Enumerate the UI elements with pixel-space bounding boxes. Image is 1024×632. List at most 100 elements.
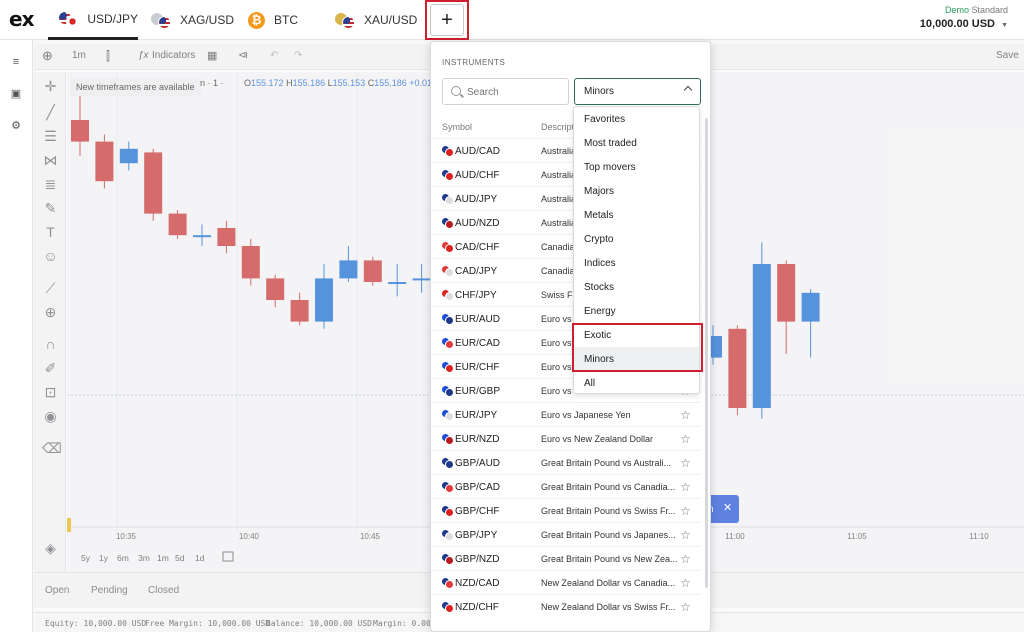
pencil-lock-icon[interactable]: ✐ (42, 360, 59, 377)
range-button-1d[interactable]: 1d (195, 553, 205, 563)
ruler-icon[interactable]: ⟋ (42, 280, 59, 297)
instrument-symbol: EUR/NZD (455, 434, 500, 445)
range-button-1m[interactable]: 1m (157, 553, 169, 563)
category-item-metals[interactable]: Metals (574, 203, 699, 227)
replay-icon[interactable]: ⧏ (238, 50, 248, 61)
range-button-3m[interactable]: 3m (138, 553, 150, 563)
candle-body (119, 148, 138, 164)
instrument-description: Great Britain Pound vs Australi... (541, 458, 672, 468)
currency-pair-flag-icon (441, 577, 454, 589)
instrument-row[interactable]: GBP/NZD Great Britain Pound vs New Zea...… (431, 546, 701, 570)
instrument-row[interactable]: GBP/CAD Great Britain Pound vs Canadia...… (431, 474, 701, 498)
search-input[interactable] (465, 83, 565, 101)
emoji-icon[interactable]: ☺ (42, 248, 59, 265)
search-box[interactable] (442, 78, 569, 105)
magnet-icon[interactable]: ∩ (42, 336, 59, 353)
exness-logo[interactable]: ex (9, 7, 34, 31)
tab-usdjpy[interactable]: USD/JPY (48, 0, 138, 40)
star-icon[interactable]: ☆ (680, 576, 691, 590)
calendar-icon[interactable]: ▣ (10, 88, 22, 100)
star-icon[interactable]: ☆ (680, 552, 691, 566)
indicators-button[interactable]: Indicators (152, 50, 195, 61)
star-icon[interactable]: ☆ (680, 408, 691, 422)
account-type: Standard (971, 5, 1008, 15)
tab-open[interactable]: Open (45, 585, 69, 596)
range-button-1y[interactable]: 1y (99, 553, 109, 563)
save-button[interactable]: Save (996, 50, 1019, 61)
instrument-row[interactable]: GBP/CHF Great Britain Pound vs Swiss Fr..… (431, 498, 701, 522)
tab-pending[interactable]: Pending (91, 585, 128, 596)
crosshair-icon[interactable]: ✛ (42, 78, 59, 95)
text-icon[interactable]: T (42, 224, 59, 241)
calendar-icon[interactable] (222, 551, 234, 562)
instrument-symbol: EUR/CHF (455, 362, 500, 373)
category-item-all[interactable]: All (574, 371, 699, 395)
add-tab-button[interactable]: + (430, 4, 464, 36)
category-select[interactable]: Minors (574, 78, 701, 105)
templates-icon[interactable]: ▦ (207, 49, 217, 62)
candle-body (728, 328, 747, 408)
undo-icon[interactable]: ↶ (270, 50, 278, 61)
currency-pair-flag-icon (441, 193, 454, 205)
function-icon[interactable]: ƒx (138, 50, 149, 61)
range-button-6m[interactable]: 6m (117, 553, 129, 563)
star-icon[interactable]: ☆ (680, 432, 691, 446)
category-item-top-movers[interactable]: Top movers (574, 155, 699, 179)
star-icon[interactable]: ☆ (680, 480, 691, 494)
settings-icon[interactable]: ⚙ (10, 120, 22, 132)
currency-pair-flag-icon (441, 601, 454, 613)
tab-closed[interactable]: Closed (148, 585, 179, 596)
instrument-row[interactable]: GBP/JPY Great Britain Pound vs Japanes...… (431, 522, 701, 546)
currency-pair-flag-icon (441, 145, 454, 157)
instrument-symbol: GBP/JPY (455, 530, 498, 541)
star-icon[interactable]: ☆ (680, 504, 691, 518)
close-icon[interactable]: ✕ (723, 501, 732, 514)
instrument-row[interactable]: NZD/CAD New Zealand Dollar vs Canadia... ☆ (431, 570, 701, 594)
timeframe-button[interactable]: 1m (72, 50, 86, 61)
x-tick-label: 10:40 (239, 532, 260, 541)
account-summary[interactable]: Demo Standard 10,000.00 USD ▼ (920, 5, 1008, 30)
instrument-row[interactable]: GBP/AUD Great Britain Pound vs Australi..… (431, 450, 701, 474)
range-button-5d[interactable]: 5d (175, 553, 185, 563)
brush-icon[interactable]: ✎ (42, 200, 59, 217)
pattern-icon[interactable]: ⋈ (42, 152, 59, 169)
candle-body (801, 292, 820, 322)
trash-icon[interactable]: ⌫ (42, 440, 62, 457)
category-item-majors[interactable]: Majors (574, 179, 699, 203)
instrument-symbol: GBP/CHF (455, 506, 500, 517)
add-indicator-icon[interactable]: ⊕ (42, 48, 53, 64)
category-item-stocks[interactable]: Stocks (574, 275, 699, 299)
category-item-crypto[interactable]: Crypto (574, 227, 699, 251)
scrollbar[interactable] (705, 118, 708, 588)
category-item-favorites[interactable]: Favorites (574, 107, 699, 131)
category-item-most-traded[interactable]: Most traded (574, 131, 699, 155)
tab-btc[interactable]: ₿ BTC (247, 0, 298, 40)
star-icon[interactable]: ☆ (680, 456, 691, 470)
category-item-exotic[interactable]: Exotic (574, 323, 699, 347)
eye-icon[interactable]: ◉ (42, 408, 59, 425)
star-icon[interactable]: ☆ (680, 600, 691, 614)
redo-icon[interactable]: ↷ (294, 50, 302, 61)
category-item-indices[interactable]: Indices (574, 251, 699, 275)
instrument-symbol: AUD/JPY (455, 194, 498, 205)
lock-icon[interactable]: ⊡ (42, 384, 59, 401)
instrument-row[interactable]: EUR/JPY Euro vs Japanese Yen ☆ (431, 402, 701, 426)
star-icon[interactable]: ☆ (680, 528, 691, 542)
category-item-minors[interactable]: Minors (574, 347, 699, 371)
range-button-5y[interactable]: 5y (81, 553, 91, 563)
tab-xauusd[interactable]: XAU/USD (334, 0, 417, 40)
trend-line-icon[interactable]: ╱ (42, 104, 59, 121)
fib-icon[interactable]: ≣ (42, 176, 59, 193)
instrument-row[interactable]: EUR/NZD Euro vs New Zealand Dollar ☆ (431, 426, 701, 450)
currency-pair-flag-icon (441, 169, 454, 181)
category-item-energy[interactable]: Energy (574, 299, 699, 323)
x-tick-label: 11:10 (969, 532, 989, 541)
margin: Margin: 0.00 (373, 619, 431, 628)
tab-xagusd[interactable]: XAG/USD (150, 0, 234, 40)
list-icon[interactable]: ≡ (10, 56, 22, 68)
instrument-row[interactable]: NZD/CHF New Zealand Dollar vs Swiss Fr...… (431, 594, 701, 618)
zoom-icon[interactable]: ⊕ (42, 304, 59, 321)
horizontal-lines-icon[interactable]: ☰ (42, 128, 59, 145)
layers-icon[interactable]: ◈ (42, 540, 59, 557)
candle-type-icon[interactable]: ⫿ (106, 49, 110, 64)
